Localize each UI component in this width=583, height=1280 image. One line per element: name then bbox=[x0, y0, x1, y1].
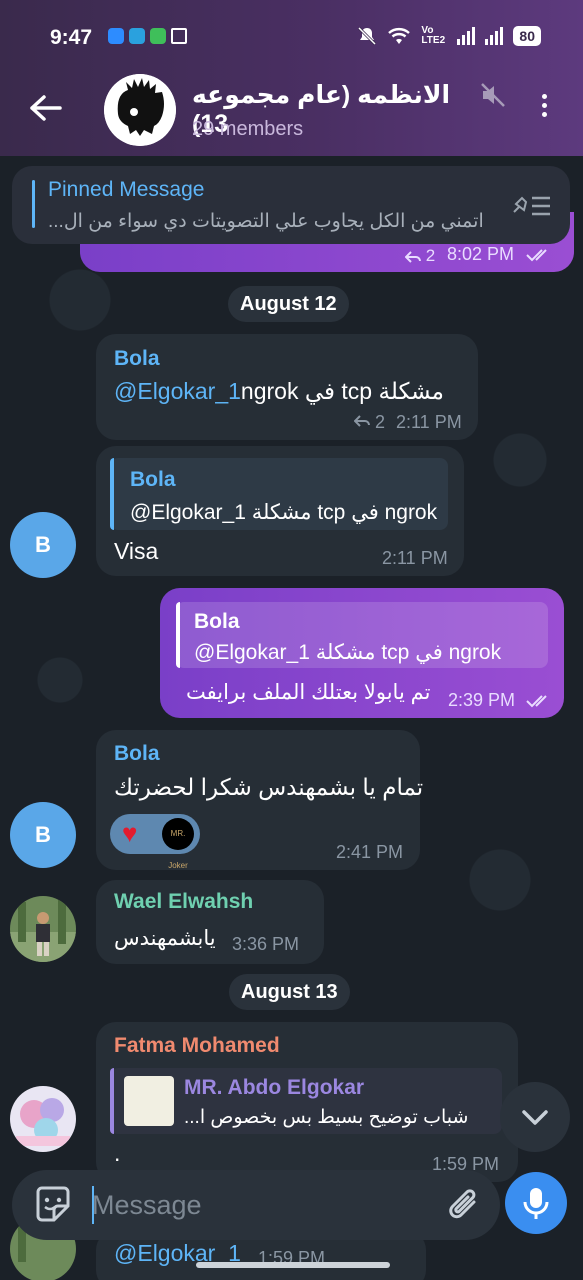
muted-speaker-icon bbox=[481, 83, 505, 107]
members-count: 29 members bbox=[192, 118, 304, 140]
sender-name: Bola bbox=[114, 347, 160, 370]
date-separator: August 12 bbox=[228, 286, 349, 322]
messenger-icon bbox=[108, 28, 124, 44]
sender-name: Bola bbox=[114, 742, 160, 765]
message-composer[interactable] bbox=[12, 1170, 500, 1240]
telegram-icon bbox=[129, 28, 145, 44]
quote-indicator bbox=[110, 1068, 114, 1134]
read-ticks-icon bbox=[526, 249, 547, 262]
quote-text: شباب توضيح بسيط بس بخصوص ا... bbox=[184, 1107, 469, 1128]
user-photo-icon bbox=[10, 896, 76, 962]
pinned-list-icon[interactable] bbox=[512, 190, 552, 222]
scroll-to-bottom-button[interactable] bbox=[500, 1082, 570, 1152]
network-label: Vo LTE2 bbox=[421, 25, 446, 46]
status-indicators: Vo LTE2 80 bbox=[357, 26, 541, 46]
message-text: تمام يا بشمهندس شكرا لحضرتك bbox=[114, 774, 424, 800]
pinned-title: Pinned Message bbox=[48, 178, 205, 201]
message-bubble[interactable]: Bola @Elgokar_1 مشكلة tcp في ngrok 2 2:1… bbox=[96, 334, 478, 440]
quote-text: @Elgokar_1 مشكلة tcp في ngrok bbox=[194, 641, 502, 664]
date-separator: August 13 bbox=[229, 974, 350, 1010]
avatar[interactable] bbox=[10, 1086, 76, 1152]
quote-sender: MR. Abdo Elgokar bbox=[184, 1076, 365, 1099]
message-time: 2:41 PM bbox=[336, 842, 404, 862]
message-text: . bbox=[114, 1140, 121, 1166]
chat-header[interactable]: الانظمه (عام مجموعه 13) 29 members bbox=[0, 60, 583, 156]
reply-count[interactable]: 2 bbox=[404, 246, 435, 266]
status-time: 9:47 bbox=[50, 26, 93, 49]
outgoing-message-bubble[interactable]: Bola @Elgokar_1 مشكلة tcp في ngrok تم يا… bbox=[160, 588, 564, 718]
reply-count[interactable]: 2 bbox=[353, 412, 385, 433]
heart-reaction-icon: ♥ bbox=[122, 818, 138, 848]
message-text: Visa bbox=[114, 538, 159, 564]
quote-indicator bbox=[110, 458, 114, 530]
signal-icon bbox=[457, 27, 476, 45]
battery-icon: 80 bbox=[513, 26, 541, 46]
group-avatar[interactable] bbox=[104, 74, 176, 146]
quote-text: @Elgokar_1 مشكلة tcp في ngrok bbox=[130, 501, 438, 524]
message-text: @Elgokar_1 مشكلة tcp في ngrok bbox=[114, 378, 451, 404]
quote-sender: Bola bbox=[130, 468, 176, 491]
voice-record-button[interactable] bbox=[505, 1172, 567, 1234]
pinned-indicator bbox=[32, 180, 35, 228]
play-icon bbox=[171, 28, 187, 44]
avatar[interactable]: B bbox=[10, 512, 76, 578]
message-input[interactable] bbox=[92, 1180, 432, 1230]
app-grid-icon bbox=[150, 28, 166, 44]
paperclip-icon[interactable] bbox=[444, 1184, 484, 1226]
quote-indicator bbox=[176, 602, 180, 668]
reply-arrow-icon bbox=[353, 415, 370, 427]
message-bubble[interactable]: Fatma Mohamed MR. Abdo Elgokar شباب توضي… bbox=[96, 1022, 518, 1182]
sticker-emoji-icon[interactable] bbox=[32, 1184, 74, 1226]
message-time: 3:36 PM bbox=[232, 934, 300, 954]
skull-logo-icon bbox=[104, 74, 176, 146]
wifi-icon bbox=[388, 28, 411, 44]
back-arrow-icon[interactable] bbox=[28, 94, 64, 122]
reaction-chip[interactable]: ♥ MR. Joker bbox=[110, 814, 200, 870]
message-time: 2:11 PM bbox=[382, 548, 448, 568]
status-app-icons bbox=[108, 28, 187, 44]
home-indicator bbox=[196, 1262, 390, 1268]
reply-quote[interactable]: Bola @Elgokar_1 مشكلة tcp في ngrok bbox=[176, 602, 548, 668]
avatar[interactable]: B bbox=[10, 802, 76, 868]
message-bubble[interactable]: Bola @Elgokar_1 مشكلة tcp في ngrok Visa … bbox=[96, 446, 464, 576]
message-bubble[interactable]: Wael Elwahsh يابشمهندس 3:36 PM bbox=[96, 880, 324, 964]
sender-name: Wael Elwahsh bbox=[114, 890, 254, 913]
microphone-icon bbox=[523, 1188, 549, 1219]
message-text: تم يابولا بعتلك الملف برايفت bbox=[186, 681, 431, 704]
message-time: 2:39 PM bbox=[448, 690, 516, 710]
user-photo-icon bbox=[10, 1086, 76, 1152]
signal-icon-2 bbox=[485, 27, 504, 45]
reactor-avatar: MR. Joker bbox=[162, 818, 194, 870]
reply-quote[interactable]: MR. Abdo Elgokar شباب توضيح بسيط بس بخصو… bbox=[110, 1068, 502, 1134]
message-time: 8:02 PM bbox=[447, 244, 515, 264]
reply-arrow-icon bbox=[404, 250, 421, 263]
chevron-down-icon bbox=[522, 1110, 548, 1125]
quote-sender: Bola bbox=[194, 610, 240, 633]
message-time: 2:11 PM bbox=[396, 412, 462, 432]
mention-link[interactable]: @Elgokar_1 bbox=[114, 378, 241, 404]
reply-quote[interactable]: Bola @Elgokar_1 مشكلة tcp في ngrok bbox=[110, 458, 448, 530]
read-ticks-icon bbox=[526, 695, 547, 708]
more-options-button[interactable] bbox=[534, 94, 554, 124]
pinned-message-bar[interactable]: Pinned Message اتمني من الكل يجاوب علي ا… bbox=[12, 166, 570, 244]
sender-name: Fatma Mohamed bbox=[114, 1034, 280, 1057]
mute-bell-icon bbox=[358, 26, 377, 46]
quote-thumbnail bbox=[124, 1076, 174, 1126]
message-text: يابشمهندس bbox=[114, 927, 216, 950]
pinned-text: اتمني من الكل يجاوب علي التصويتات دي سوا… bbox=[48, 211, 484, 232]
avatar[interactable] bbox=[10, 896, 76, 962]
